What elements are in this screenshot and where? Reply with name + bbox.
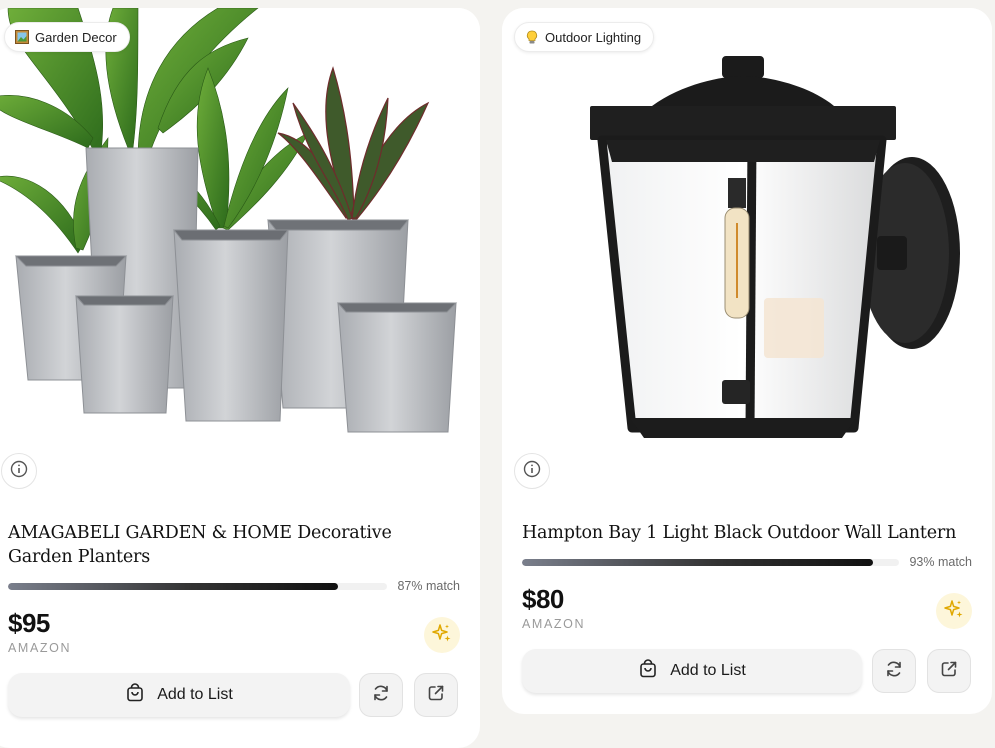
sparkle-icon <box>944 599 964 624</box>
match-indicator: 93% match <box>522 555 972 569</box>
shopping-bag-icon <box>638 658 658 684</box>
open-external-button[interactable] <box>927 649 971 693</box>
ai-suggest-button[interactable] <box>424 617 460 653</box>
store-name: AMAZON <box>522 617 586 631</box>
add-to-list-label: Add to List <box>670 662 746 679</box>
planters-illustration <box>0 8 458 433</box>
add-to-list-button[interactable]: Add to List <box>522 649 862 693</box>
refresh-icon <box>884 659 904 684</box>
ai-suggest-button[interactable] <box>936 593 972 629</box>
match-indicator: 87% match <box>8 579 460 593</box>
info-icon <box>523 460 541 483</box>
shopping-bag-icon <box>125 682 145 708</box>
price: $95 <box>8 608 50 638</box>
match-bar-fill <box>8 582 339 590</box>
refresh-icon <box>371 683 391 708</box>
external-link-icon <box>426 683 446 708</box>
product-title[interactable]: Hampton Bay 1 Light Black Outdoor Wall L… <box>522 521 966 545</box>
match-bar-fill <box>522 558 874 566</box>
match-bar <box>8 582 388 590</box>
match-label: 93% match <box>909 555 972 569</box>
match-label: 87% match <box>397 579 460 593</box>
add-to-list-button[interactable]: Add to List <box>8 673 350 717</box>
category-badge: Outdoor Lighting <box>514 22 655 52</box>
store-name: AMAZON <box>8 641 72 655</box>
product-card[interactable]: Outdoor Lighting Hampton Bay 1 Light Bla… <box>502 8 992 714</box>
match-bar <box>522 558 900 566</box>
product-image[interactable] <box>0 8 480 448</box>
info-button[interactable] <box>514 453 550 489</box>
open-external-button[interactable] <box>414 673 458 717</box>
framed-picture-icon <box>15 30 29 44</box>
external-link-icon <box>939 659 959 684</box>
info-button[interactable] <box>1 453 37 489</box>
product-title[interactable]: AMAGABELI GARDEN & HOME Decorative Garde… <box>8 521 454 569</box>
category-badge: Garden Decor <box>4 22 130 52</box>
category-label: Outdoor Lighting <box>545 29 642 45</box>
info-icon <box>10 460 28 483</box>
sparkle-icon <box>432 623 452 648</box>
refresh-button[interactable] <box>872 649 916 693</box>
product-image[interactable] <box>502 8 992 448</box>
add-to-list-label: Add to List <box>157 686 233 703</box>
price: $80 <box>522 584 564 614</box>
light-bulb-icon <box>525 30 539 44</box>
lantern-illustration <box>590 56 960 438</box>
category-label: Garden Decor <box>35 29 117 45</box>
product-card[interactable]: Garden Decor AMAGABELI GARDEN & HOME Dec… <box>0 8 480 748</box>
refresh-button[interactable] <box>359 673 403 717</box>
